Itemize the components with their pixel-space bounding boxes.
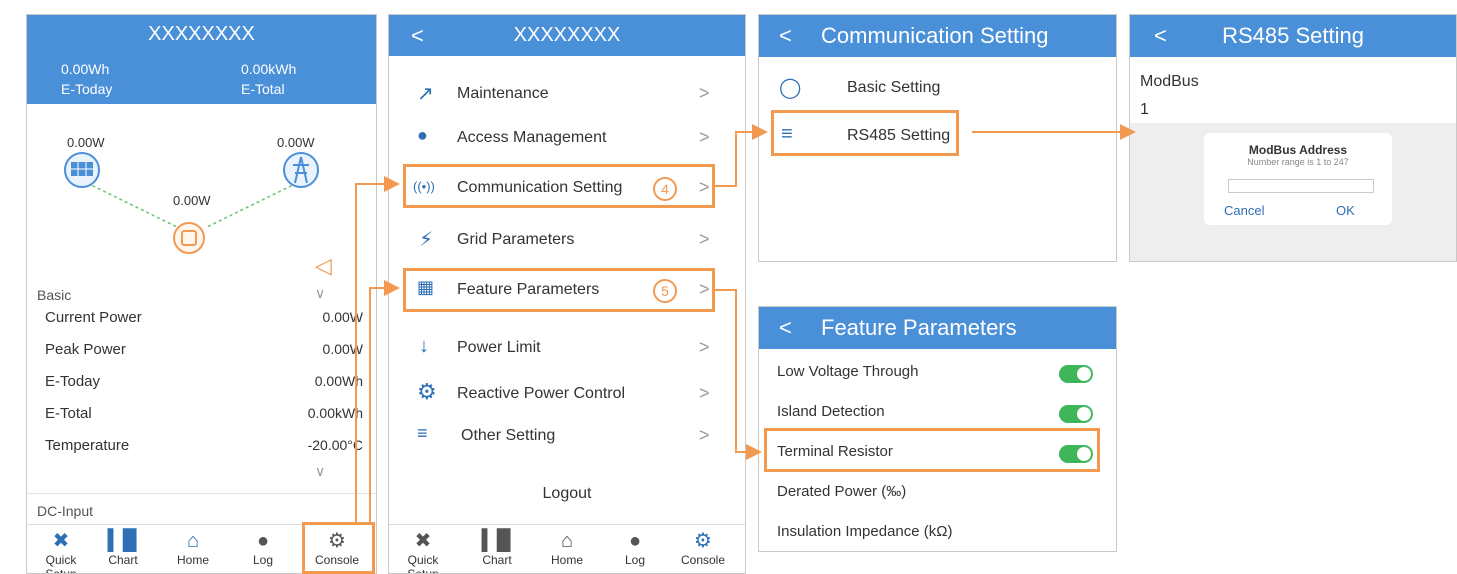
flow-connectors — [355, 124, 1136, 522]
arrow-console-to-feature — [369, 280, 400, 522]
arrow-console-to-communication — [355, 176, 400, 522]
arrow-communication-to-rs485 — [715, 124, 768, 187]
arrow-feature-to-terminal-resistor — [715, 289, 762, 460]
